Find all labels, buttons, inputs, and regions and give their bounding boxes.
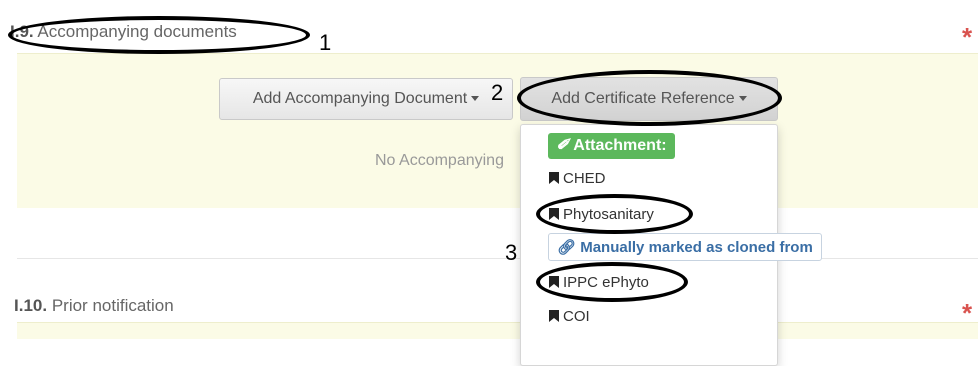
manually-cloned-label: Manually marked as cloned from — [580, 239, 813, 256]
section-i10-label: Prior notification — [51, 296, 174, 315]
section-i10-number: I.10. — [14, 296, 48, 315]
menu-item-label: COI — [563, 308, 590, 325]
add-accompanying-document-label: Add Accompanying Document — [252, 90, 468, 107]
annotation-ellipse-phytosanitary — [536, 194, 693, 234]
annotation-ellipse-section-title — [8, 16, 310, 54]
annotation-number-3: 3 — [505, 240, 518, 265]
attachment-badge[interactable]: ✐ Attachment: — [548, 133, 675, 159]
annotation-ellipse-ippc-ephyto — [536, 262, 688, 302]
required-marker-i9: * — [962, 22, 973, 52]
menu-item-ched[interactable]: CHED — [549, 170, 606, 187]
caret-down-icon — [471, 96, 480, 102]
manually-cloned-badge[interactable]: 🔗︎ Manually marked as cloned from — [548, 233, 822, 261]
attachment-icon: ✐ — [556, 137, 570, 154]
annotation-number-1: 1 — [319, 30, 332, 55]
section-i10-title: I.10. Prior notification — [14, 296, 174, 316]
link-icon: 🔗︎ — [557, 239, 577, 256]
section-divider — [17, 258, 978, 259]
prior-notification-panel — [17, 322, 978, 339]
menu-item-coi[interactable]: COI — [549, 308, 590, 325]
attachment-label: Attachment: — [573, 137, 667, 154]
bookmark-icon — [549, 310, 559, 322]
accompanying-documents-panel — [17, 53, 978, 208]
no-accompanying-documents-text: No Accompanying — [375, 152, 504, 169]
annotation-ellipse-certificate-button — [517, 70, 782, 126]
add-accompanying-document-button[interactable]: Add Accompanying Document — [219, 78, 513, 120]
menu-item-label: CHED — [563, 170, 606, 187]
annotation-number-2: 2 — [491, 80, 504, 105]
bookmark-icon — [549, 172, 559, 184]
